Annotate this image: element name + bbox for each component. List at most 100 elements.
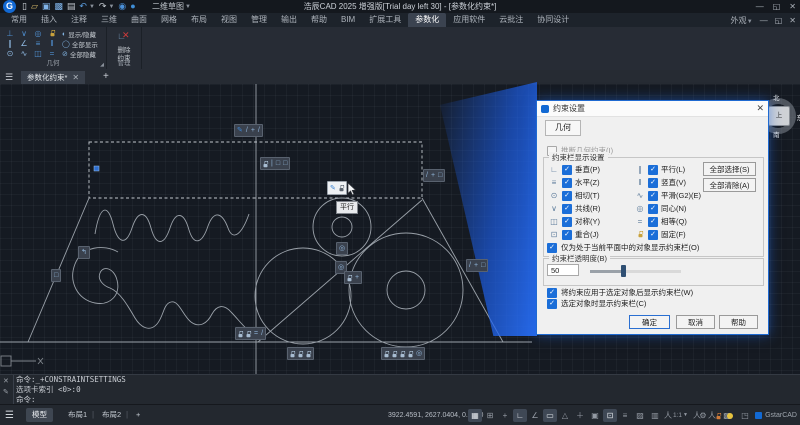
square-icon[interactable]: □ [480, 261, 486, 270]
settings-gear-icon[interactable]: ⚙ [696, 409, 710, 422]
checkbox-checked[interactable] [547, 288, 557, 298]
checkbox-checked[interactable] [547, 243, 557, 253]
doc-restore-button[interactable]: ◱ [775, 16, 783, 25]
apply-show-checkbox[interactable]: 将约束应用于选定对象后显示约束栏(W) [547, 287, 693, 298]
doc-minimize-button[interactable]: — [760, 16, 768, 25]
view-cube-top[interactable]: 上 [768, 106, 790, 126]
add-layout-button[interactable]: + [130, 408, 146, 422]
lock-icon[interactable] [384, 350, 390, 356]
undo-icon[interactable]: ↶ [79, 0, 87, 13]
slash-icon[interactable]: / [245, 126, 249, 135]
save-icon[interactable]: ▣ [42, 0, 51, 13]
transparency-icon[interactable]: ▨ [633, 409, 647, 422]
slash-icon[interactable]: / [468, 261, 472, 270]
ribbon-tab[interactable]: 输出 [274, 13, 304, 27]
slash-icon[interactable]: / [425, 171, 429, 180]
close-tab-icon[interactable]: ✕ [72, 73, 79, 82]
smooth-icon[interactable]: ∿ [17, 49, 31, 59]
pencil-icon[interactable]: ✎ [236, 126, 244, 135]
slash-icon[interactable]: / [257, 126, 261, 135]
menu-hamburger-icon[interactable]: ☰ [5, 70, 13, 84]
ribbon-tab[interactable]: 应用软件 [446, 13, 492, 27]
selection-cycling-icon[interactable]: ▥ [648, 409, 662, 422]
plus-icon[interactable]: + [430, 171, 436, 180]
command-line[interactable]: 选项卡索引 <0>:0 [16, 385, 800, 395]
ribbon-tab[interactable]: 协同设计 [530, 13, 576, 27]
constraint-bar[interactable]: ✎ [327, 181, 347, 195]
plus-icon[interactable]: + [250, 126, 256, 135]
transparency-slider[interactable] [590, 270, 681, 273]
lock-icon[interactable] [246, 330, 252, 336]
app-logo[interactable]: G [3, 0, 16, 13]
bulb-icon[interactable] [727, 413, 733, 419]
constraint-bar[interactable]: □ [51, 269, 61, 282]
ribbon-tab[interactable]: 常用 [4, 13, 34, 27]
ortho-icon[interactable]: ∟ [513, 409, 527, 422]
constraint-bar[interactable]: ◎ [336, 242, 348, 255]
open-icon[interactable]: ▱ [31, 0, 38, 13]
view-cube-north[interactable]: 北 [773, 92, 780, 102]
dialog-close-icon[interactable]: ✕ [756, 101, 764, 116]
new-file-icon[interactable]: ▯ [22, 0, 27, 13]
ribbon-tab[interactable]: 插入 [34, 13, 64, 27]
lock-icon[interactable] [298, 350, 304, 356]
constraint-bar[interactable]: /+□ [423, 169, 445, 182]
clean-screen-icon[interactable]: ◳ [738, 409, 752, 422]
ribbon-tab[interactable]: 云批注 [492, 13, 530, 27]
square-icon[interactable]: □ [437, 171, 443, 180]
lock-icon[interactable] [408, 350, 414, 356]
square-icon[interactable]: □ [53, 271, 59, 280]
lock-icon[interactable] [339, 185, 345, 191]
ribbon-tab[interactable]: 曲面 [124, 13, 154, 27]
select-all-button[interactable]: 全部选择(S) [703, 162, 756, 176]
current-plane-checkbox[interactable]: 仅为处于当前平面中的对象显示约束栏(O) [547, 242, 699, 253]
ribbon-tab[interactable]: BIM [334, 13, 362, 27]
horizontal-icon[interactable]: ≡ [31, 39, 45, 49]
polar-icon[interactable]: ∠ [17, 39, 31, 49]
redo-icon[interactable]: ↷ [99, 0, 107, 13]
command-line[interactable]: 命令:_+CONSTRAINTSETTINGS [16, 375, 800, 385]
ribbon-tab[interactable]: 参数化 [408, 13, 446, 27]
ribbon-tab[interactable]: 帮助 [304, 13, 334, 27]
lock-icon[interactable] [238, 330, 244, 336]
checkbox-checked[interactable] [648, 165, 658, 175]
concentric-icon[interactable]: ◎ [415, 349, 423, 358]
doc-close-button[interactable]: ✕ [789, 16, 796, 25]
ribbon-tab[interactable]: 网格 [154, 13, 184, 27]
grid-icon[interactable]: ▦ [468, 409, 482, 422]
slider-thumb[interactable] [621, 265, 626, 277]
constraint-bar[interactable]: |□□ [260, 157, 290, 170]
checkbox-checked[interactable] [562, 204, 572, 214]
ribbon-tab[interactable]: 扩展工具 [362, 13, 408, 27]
vertical-icon[interactable]: ‖ [45, 39, 59, 49]
square-icon[interactable]: □ [275, 159, 281, 168]
constraint-bar[interactable]: /+□ [466, 259, 488, 272]
ribbon-tab[interactable]: 管理 [244, 13, 274, 27]
minimize-button[interactable]: — [756, 2, 764, 11]
perpendicular-icon[interactable]: ⊥ [3, 29, 17, 39]
match-properties-icon[interactable]: ◉ [118, 0, 126, 13]
dynamic-input-icon[interactable]: ⊡ [603, 409, 617, 422]
select-show-checkbox[interactable]: 选定对象时显示约束栏(C) [547, 298, 646, 309]
checkbox-checked[interactable] [562, 191, 572, 201]
dialog-launcher-icon[interactable]: ◢ [100, 62, 104, 68]
ribbon-tab[interactable]: 布局 [184, 13, 214, 27]
transparency-value-input[interactable]: 50 [547, 264, 579, 276]
polar-tracking-icon[interactable]: ∠ [528, 409, 542, 422]
checkbox-checked[interactable] [547, 299, 557, 309]
close-icon[interactable]: ✕ [3, 377, 9, 385]
parallel-icon[interactable]: ∥ [3, 39, 17, 49]
constraint-bar[interactable]: ↰ [78, 246, 90, 259]
concentric-icon[interactable]: ◎ [31, 29, 45, 39]
new-tab-button[interactable]: + [103, 70, 109, 84]
checkbox-checked[interactable] [648, 191, 658, 201]
tab-geometry[interactable]: 几何 [545, 120, 581, 136]
pencil-icon[interactable]: ✎ [329, 184, 337, 193]
square-icon[interactable]: □ [282, 159, 288, 168]
lock-icon[interactable] [290, 350, 296, 356]
lock-icon[interactable] [306, 350, 312, 356]
checkbox-checked[interactable] [648, 230, 658, 240]
status-menu-icon[interactable]: ☰ [5, 405, 14, 425]
show-all-button[interactable]: ◯全部显示 [62, 39, 106, 49]
view-cube-south[interactable]: 南 [773, 129, 780, 139]
